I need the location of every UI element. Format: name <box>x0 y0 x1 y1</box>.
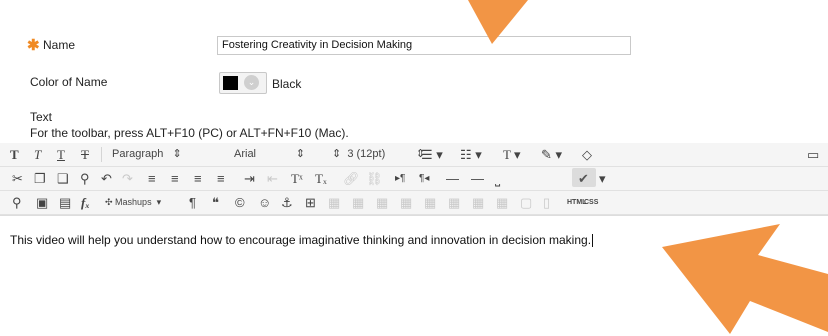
top-callout-arrow <box>468 0 528 44</box>
bottom-right-callout-arrow <box>662 224 828 334</box>
callout-arrows <box>468 0 828 334</box>
